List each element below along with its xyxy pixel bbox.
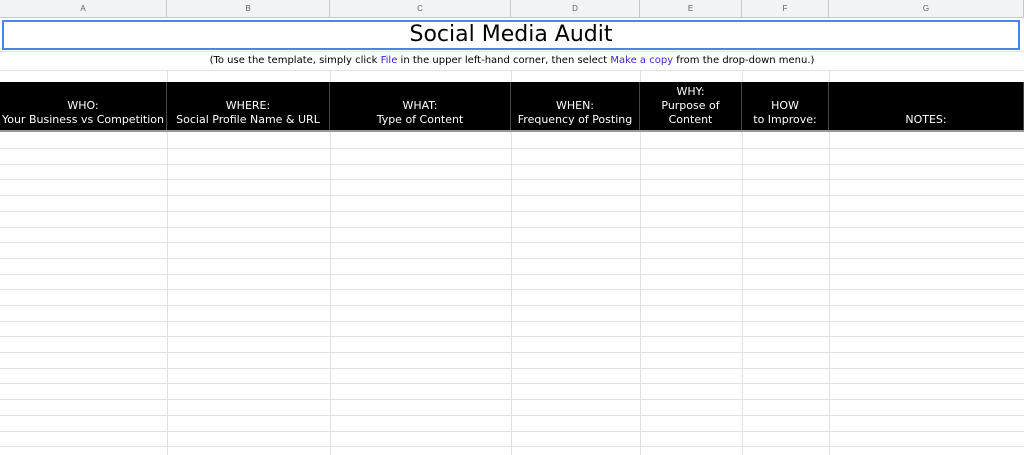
header-row: WHO: Your Business vs Competition WHERE: So… (0, 82, 1024, 130)
column-header-b[interactable]: B (167, 0, 330, 18)
spreadsheet: ABCDEFG Social Media Audit (To use the t… (0, 0, 1024, 455)
grid-row-line (0, 446, 1024, 447)
grid-column-line-top (640, 70, 641, 82)
header-cell-f[interactable]: HOW to Improve: (742, 82, 829, 130)
header-label-line: Frequency of Posting (517, 113, 633, 126)
column-header-g[interactable]: G (829, 0, 1024, 18)
grid-column-line (330, 132, 331, 455)
grid-row-line (0, 242, 1024, 243)
header-cell-e[interactable]: WHY: Purpose of Content (640, 82, 742, 130)
grid-row-line (0, 305, 1024, 306)
header-label-line: NOTES: (905, 113, 947, 126)
grid-column-line (511, 132, 512, 455)
header-cell-d[interactable]: WHEN: Frequency of Posting (511, 82, 640, 130)
header-cell-c[interactable]: WHAT: Type of Content (330, 82, 511, 130)
header-label-line: WHEN: (555, 99, 595, 112)
grid-column-line (640, 132, 641, 455)
grid-row-line (0, 258, 1024, 259)
grid-row-line (0, 211, 1024, 212)
column-header-c[interactable]: C (330, 0, 511, 18)
file-menu-reference: File (380, 55, 398, 66)
grid-row-line (0, 164, 1024, 165)
grid-column-line-top (167, 70, 168, 82)
header-label-line: WHO: (67, 99, 99, 112)
grid-row-line (0, 336, 1024, 337)
grid-column-line (742, 132, 743, 455)
header-label-line: WHAT: (402, 99, 438, 112)
header-label-line: Content (668, 113, 713, 126)
make-a-copy-reference: Make a copy (610, 55, 674, 66)
grid-column-line-top (330, 70, 331, 82)
header-label-line: Your Business vs Competition (1, 113, 165, 126)
grid-row-line (0, 352, 1024, 353)
header-label-line: Social Profile Name & URL (176, 113, 320, 126)
header-cell-a[interactable]: WHO: Your Business vs Competition (0, 82, 167, 130)
grid-row-line-top (0, 51, 1024, 52)
instructions-middle: in the upper left-hand corner, then sele… (397, 55, 611, 66)
header-label-line: to Improve: (753, 113, 817, 126)
header-label-line: Type of Content (376, 113, 464, 126)
column-header-f[interactable]: F (742, 0, 829, 18)
header-label-line: Purpose of (661, 99, 720, 112)
instructions-prefix: (To use the template, simply click (209, 55, 381, 66)
grid-column-line-top (511, 70, 512, 82)
grid-row-line (0, 148, 1024, 149)
grid-row-line (0, 179, 1024, 180)
grid-row-line (0, 399, 1024, 400)
header-label-line: HOW (771, 99, 799, 112)
cell-grid[interactable] (0, 132, 1024, 455)
grid-row-line (0, 195, 1024, 196)
sheet-title: Social Media Audit (409, 22, 613, 47)
column-header-row: ABCDEFG (0, 0, 1024, 18)
grid-row-line (0, 289, 1024, 290)
grid-row-line (0, 415, 1024, 416)
column-header-e[interactable]: E (640, 0, 742, 18)
grid-row-line (0, 383, 1024, 384)
grid-row-line (0, 431, 1024, 432)
header-label-line: WHY: (676, 85, 705, 98)
grid-row-line-top (0, 70, 1024, 71)
grid-column-line-top (742, 70, 743, 82)
header-cell-g[interactable]: NOTES: (829, 82, 1024, 130)
instructions-suffix: from the drop-down menu.) (673, 55, 815, 66)
column-header-a[interactable]: A (0, 0, 167, 18)
header-label-line: WHERE: (225, 99, 271, 112)
grid-row-line (0, 227, 1024, 228)
header-cell-b[interactable]: WHERE: Social Profile Name & URL (167, 82, 330, 130)
grid-column-line (829, 132, 830, 455)
grid-row-line (0, 368, 1024, 369)
instructions-cell[interactable]: (To use the template, simply click File … (0, 51, 1024, 71)
title-cell[interactable]: Social Media Audit (2, 20, 1020, 50)
grid-row-line (0, 274, 1024, 275)
grid-column-line (167, 132, 168, 455)
column-header-d[interactable]: D (511, 0, 640, 18)
grid-row-line (0, 321, 1024, 322)
grid-column-line-top (829, 70, 830, 82)
